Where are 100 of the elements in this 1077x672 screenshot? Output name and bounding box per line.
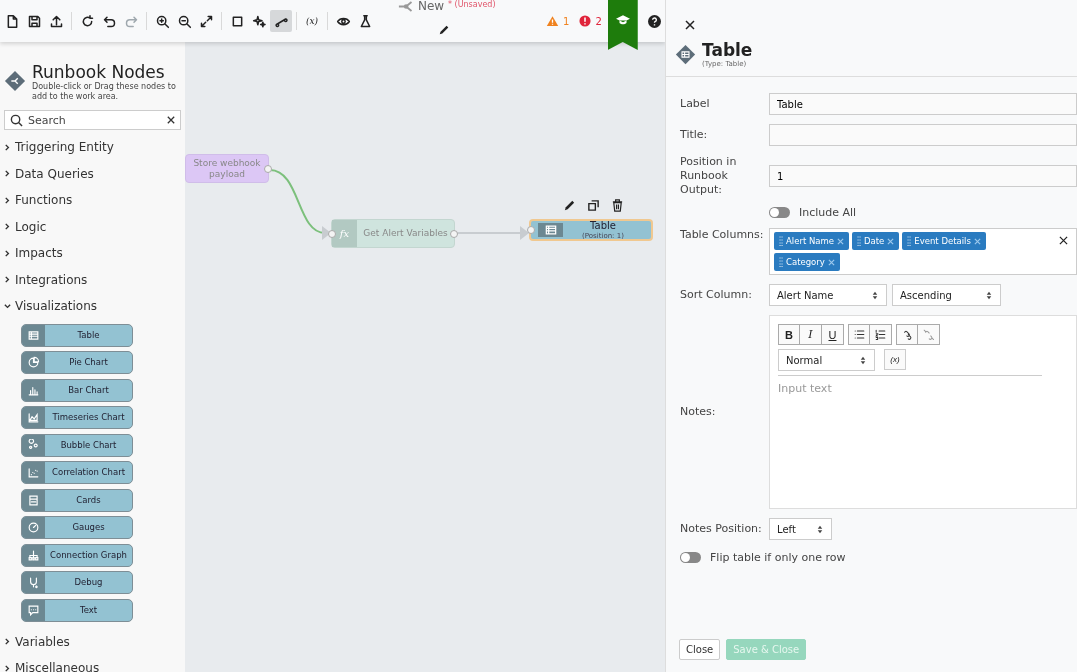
node-palette-item[interactable]: Correlation Chart [21, 461, 133, 484]
variable-button[interactable]: (x) [884, 349, 906, 370]
node-palette-item[interactable]: Pie Chart [21, 351, 133, 374]
learn-ribbon[interactable] [607, 0, 638, 50]
toolbar-button[interactable] [270, 10, 292, 32]
runbook-name: New [418, 0, 445, 13]
chevron-right-icon [4, 249, 11, 257]
category-item[interactable]: Variables [4, 628, 181, 655]
close-icon[interactable] [685, 20, 695, 30]
label-input[interactable]: Table [769, 93, 1077, 115]
cards-node-icon [27, 493, 40, 507]
node-palette-item[interactable]: Bar Chart [21, 378, 133, 402]
toggle-label: Include All [799, 206, 857, 219]
save-icon [26, 13, 42, 29]
input-port[interactable] [527, 226, 535, 234]
node-palette-item[interactable]: Timeseries Chart [21, 406, 133, 429]
numbered-list-icon [874, 328, 887, 341]
graph-node-icon [27, 548, 40, 562]
sort-arrows-icon [872, 290, 878, 300]
link-button[interactable] [896, 324, 918, 345]
panel-title: Table [702, 40, 753, 60]
node-label: Store webhook payload [192, 157, 262, 180]
column-tag[interactable]: Alert Name [774, 232, 849, 250]
numbers-button[interactable] [870, 324, 892, 345]
category-item[interactable]: Visualizations [4, 293, 181, 320]
graduation-cap-icon [615, 14, 630, 25]
zoom-in-icon [154, 13, 170, 29]
notes-position-select[interactable]: Left [769, 518, 832, 540]
table-diamond-icon [675, 43, 696, 65]
bubble-node-icon [27, 438, 40, 452]
chevron-right-icon [4, 143, 11, 151]
node-diamond-icon [4, 70, 26, 92]
sort-order-select[interactable]: Ascending [892, 284, 1001, 306]
sparkle-icon [251, 13, 267, 29]
column-tag[interactable]: Category [774, 253, 840, 271]
field-label: Table Columns: [680, 228, 765, 242]
bold-button[interactable]: B [778, 324, 800, 345]
sort-column-select[interactable]: Alert Name [769, 284, 887, 306]
node-palette-item[interactable]: Debug [21, 571, 133, 594]
field-label: Position in Runbook Output: [680, 155, 738, 197]
chevron-down-icon [4, 302, 11, 310]
node-palette-item[interactable]: Gauges [21, 516, 133, 539]
title-input[interactable] [769, 124, 1077, 146]
chevron-right-icon [4, 196, 11, 204]
category-item[interactable]: Triggering Entity [4, 134, 181, 161]
category-item[interactable]: Data Queries [4, 160, 181, 187]
chevron-right-icon [4, 170, 11, 178]
drag-handle-icon [779, 257, 783, 267]
debug-node-icon [27, 576, 40, 589]
category-item[interactable]: Miscellaneous [4, 655, 181, 672]
zoom-out-icon [176, 13, 192, 29]
sidebar-title: Runbook Nodes [32, 62, 166, 82]
column-tag[interactable]: Date [852, 232, 900, 250]
close-button[interactable]: Close [679, 639, 721, 660]
clear-icon[interactable] [1059, 236, 1068, 245]
category-item[interactable]: Impacts [4, 240, 181, 267]
drag-handle-icon [779, 236, 783, 246]
edit-icon[interactable] [438, 24, 450, 36]
expand-icon [198, 13, 214, 29]
clear-icon[interactable] [167, 116, 175, 124]
chevron-right-icon [4, 223, 11, 231]
field-label: Sort Column: [680, 288, 753, 302]
category-item[interactable]: Integrations [4, 266, 181, 293]
columns-select[interactable]: Alert Name Date Event Details Category [769, 228, 1077, 275]
toggle-switch[interactable] [680, 552, 701, 563]
format-select[interactable]: Normal [778, 349, 875, 371]
edit-icon[interactable] [563, 199, 576, 212]
column-tag[interactable]: Event Details [902, 232, 986, 250]
node-palette-item[interactable]: Table [21, 323, 133, 347]
error-count[interactable]: 2 [595, 15, 602, 27]
variables-button[interactable]: (x) [301, 10, 323, 32]
search-field[interactable]: Search [4, 110, 181, 130]
correlation-node-icon [27, 466, 40, 479]
timeseries-node-icon [27, 411, 40, 424]
duplicate-icon[interactable] [587, 199, 600, 212]
search-input[interactable]: Search [28, 113, 162, 127]
function-icon: fx [339, 228, 350, 239]
text-node-icon [27, 603, 40, 617]
delete-icon[interactable] [611, 199, 624, 212]
position-input[interactable]: 1 [769, 165, 1077, 187]
help-icon[interactable] [647, 14, 661, 28]
input-port[interactable] [328, 229, 336, 238]
category-item[interactable]: Logic [4, 213, 181, 240]
error-icon [579, 15, 592, 27]
node-palette-item[interactable]: Text [21, 598, 133, 622]
node-palette-item[interactable]: Connection Graph [21, 543, 133, 567]
unlink-icon [922, 328, 935, 341]
toggle-switch[interactable] [769, 207, 790, 218]
notes-editor[interactable]: B I U Normal (x) Input text [769, 315, 1077, 509]
italic-button[interactable]: I [800, 324, 822, 345]
search-icon [10, 113, 23, 127]
category-item[interactable]: Functions [4, 187, 181, 214]
sort-arrows-icon [986, 290, 992, 300]
field-label: Notes Position: [680, 522, 763, 536]
node-palette-item[interactable]: Cards [21, 488, 133, 512]
connector-arrow [269, 169, 331, 240]
upload-icon [48, 13, 64, 29]
underline-button[interactable]: U [822, 324, 844, 345]
node-palette-item[interactable]: Bubble Chart [21, 433, 133, 457]
toggle-label: Flip table if only one row [710, 551, 846, 564]
